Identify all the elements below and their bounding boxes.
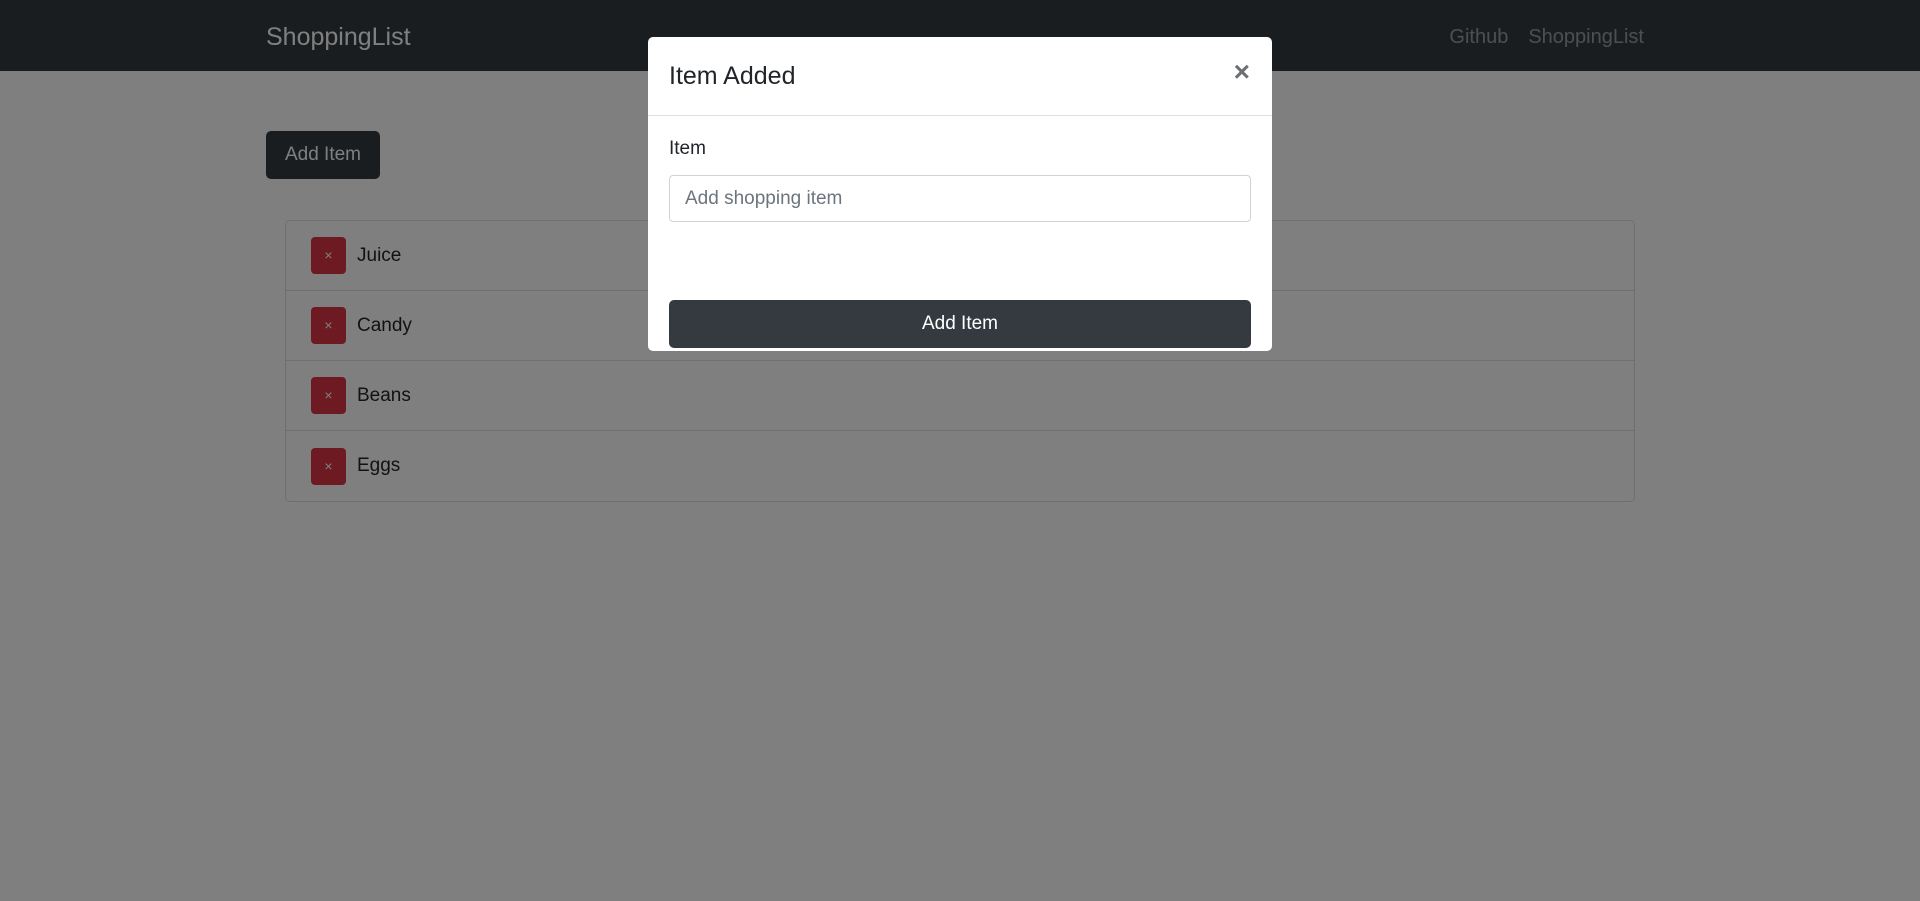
close-icon[interactable]: × [1234,57,1250,87]
modal-title: Item Added [669,62,796,90]
item-field-label: Item [669,138,706,159]
submit-add-item-button[interactable]: Add Item [669,300,1251,348]
add-item-modal: Item Added × Item Add Item [648,37,1272,351]
item-input[interactable] [669,175,1251,222]
modal-header: Item Added × [648,37,1272,116]
